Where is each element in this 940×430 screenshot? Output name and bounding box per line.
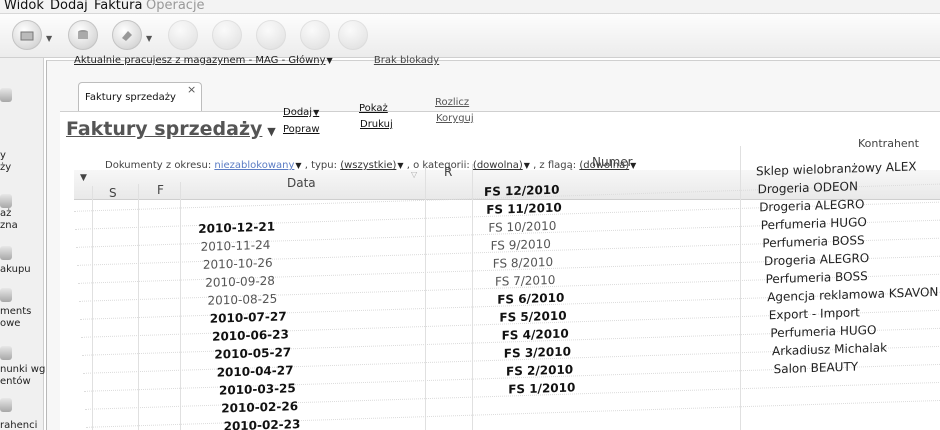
cell-contractor: Export - Import — [768, 305, 860, 323]
cell-number: FS 10/2010 — [488, 218, 557, 235]
cell-contractor: Arkadiusz Michalak — [772, 340, 888, 359]
cell-number: FS 8/2010 — [492, 254, 554, 271]
cell-number: FS 2/2010 — [506, 362, 574, 379]
cell-number: FS 7/2010 — [495, 272, 556, 289]
cell-date: 2010-02-23 — [223, 417, 301, 430]
cell-contractor: Perfumeria HUGO — [760, 215, 867, 233]
cell-contractor: Perfumeria BOSS — [762, 233, 865, 251]
cell-number: FS 9/2010 — [490, 236, 551, 253]
cell-contractor: Perfumeria BOSS — [765, 269, 868, 287]
cell-number: FS 11/2010 — [486, 200, 562, 217]
cell-contractor: Drogeria ALEGRO — [759, 197, 865, 215]
cell-number: FS 3/2010 — [503, 344, 571, 361]
cell-number: FS 1/2010 — [508, 380, 576, 397]
cell-contractor: Sklep wielobranżowy ALEX — [756, 159, 917, 179]
cell-contractor: Perfumeria HUGO — [770, 322, 877, 341]
cell-number: FS 5/2010 — [499, 308, 567, 325]
cell-number: FS 12/2010 — [484, 182, 560, 199]
cell-number: FS 6/2010 — [497, 290, 565, 307]
table-body: FS 12/2010 Sklep wielobranżowy ALEX 2010-1… — [0, 0, 940, 430]
cell-contractor: Drogeria ALEGRO — [764, 250, 870, 269]
cell-number: FS 4/2010 — [501, 326, 569, 343]
cell-contractor: Drogeria ODEON — [757, 179, 858, 197]
cell-contractor: Salon BEAUTY — [773, 359, 859, 377]
